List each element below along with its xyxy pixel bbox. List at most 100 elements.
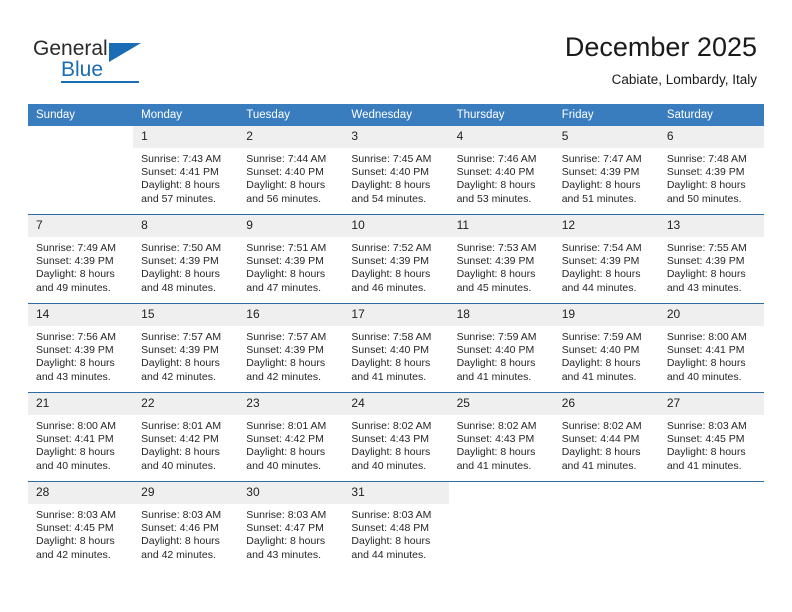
day-detail-line: Sunset: 4:40 PM [456,166,535,179]
calendar-day-cell[interactable]: 10 Sunrise: 7:52 AM Sunset: 4:39 PM Dayligh… [343,214,449,304]
day-detail-line: Sunset: 4:43 PM [351,433,430,446]
calendar-day-cell[interactable]: 19 Sunrise: 7:59 AM Sunset: 4:40 PM Dayligh… [553,303,659,393]
day-number: 9 [238,215,344,237]
day-details: Sunrise: 7:57 AM Sunset: 4:39 PM Daylight:… [238,326,343,384]
day-detail-line: Sunset: 4:39 PM [246,344,324,357]
day-details [659,504,764,509]
day-number: 11 [448,215,554,237]
day-detail-line: Sunset: 4:46 PM [141,522,219,535]
day-detail-line: Sunset: 4:39 PM [141,255,219,268]
calendar-day-cell[interactable]: 12 Sunrise: 7:54 AM Sunset: 4:39 PM Dayligh… [553,214,659,304]
calendar-day-cell[interactable]: 24 Sunrise: 8:02 AM Sunset: 4:43 PM Dayligh… [343,392,449,482]
calendar-day-cell[interactable]: 18 Sunrise: 7:59 AM Sunset: 4:40 PM Dayligh… [448,303,554,393]
calendar-day-cell[interactable]: 31 Sunrise: 8:03 AM Sunset: 4:48 PM Dayligh… [343,481,449,570]
day-detail-line: and 48 minutes. [141,281,216,294]
day-number: 17 [343,304,449,326]
day-details: Sunrise: 7:53 AM Sunset: 4:39 PM Daylight:… [449,237,554,295]
day-detail-line: and 40 minutes. [36,459,111,472]
general-blue-logo[interactable]: General Blue [33,37,183,87]
day-detail-line: Daylight: 8 hours [456,446,536,459]
day-detail-line: Sunrise: 8:02 AM [456,420,537,432]
day-number [553,482,659,504]
day-details: Sunrise: 8:03 AM Sunset: 4:47 PM Daylight:… [238,504,343,562]
calendar-day-cell[interactable]: 25 Sunrise: 8:02 AM Sunset: 4:43 PM Dayligh… [448,392,554,482]
day-detail-line: Daylight: 8 hours [351,179,431,192]
day-detail-line: Sunrise: 7:49 AM [36,242,116,254]
day-detail-line: and 43 minutes. [246,548,321,561]
calendar-day-cell[interactable]: 3 Sunrise: 7:45 AM Sunset: 4:40 PM Daylight… [343,126,449,215]
day-number: 13 [658,215,764,237]
day-details: Sunrise: 7:59 AM Sunset: 4:40 PM Daylight:… [554,326,659,384]
day-detail-line: Sunset: 4:39 PM [36,344,114,357]
day-detail-line: Sunset: 4:39 PM [246,255,324,268]
calendar-day-cell[interactable]: 5 Sunrise: 7:47 AM Sunset: 4:39 PM Daylight… [553,126,659,215]
day-detail-line: Daylight: 8 hours [351,446,431,459]
day-detail-line: Sunset: 4:44 PM [561,433,640,446]
calendar-day-cell[interactable]: 21 Sunrise: 8:00 AM Sunset: 4:41 PM Dayligh… [28,392,134,482]
calendar-week-row: 7 Sunrise: 7:49 AM Sunset: 4:39 PM Daylight… [28,214,764,304]
day-detail-line: and 40 minutes. [351,459,427,472]
title-block: December 2025 Cabiate, Lombardy, Italy [565,30,757,90]
day-detail-line: Sunset: 4:40 PM [561,344,640,357]
calendar-day-cell[interactable]: 22 Sunrise: 8:01 AM Sunset: 4:42 PM Dayligh… [133,392,239,482]
day-detail-line: and 41 minutes. [456,459,532,472]
calendar-day-cell[interactable]: 20 Sunrise: 8:00 AM Sunset: 4:41 PM Dayligh… [658,303,764,393]
calendar-day-cell[interactable]: 8 Sunrise: 7:50 AM Sunset: 4:39 PM Daylight… [133,214,239,304]
day-detail-line: Daylight: 8 hours [561,179,641,192]
day-detail-line: Sunrise: 7:50 AM [141,242,222,254]
day-detail-line: Sunset: 4:41 PM [141,166,219,179]
day-detail-line: Daylight: 8 hours [666,446,746,459]
logo-underline [61,81,139,83]
calendar-day-cell[interactable]: 23 Sunrise: 8:01 AM Sunset: 4:42 PM Dayligh… [238,392,344,482]
day-detail-line: Sunrise: 7:46 AM [456,153,537,165]
calendar-day-cell[interactable]: 15 Sunrise: 7:57 AM Sunset: 4:39 PM Dayligh… [133,303,239,393]
calendar-day-cell[interactable]: 13 Sunrise: 7:55 AM Sunset: 4:39 PM Dayligh… [658,214,764,304]
day-detail-line: Daylight: 8 hours [561,357,641,370]
day-detail-line: and 51 minutes. [561,192,637,205]
sunrise-sunset-calendar: Sunday Monday Tuesday Wednesday Thursday Frid… [28,104,764,570]
day-number: 29 [133,482,239,504]
day-details: Sunrise: 8:03 AM Sunset: 4:45 PM Daylight:… [28,504,133,562]
calendar-day-cell[interactable]: 1 Sunrise: 7:43 AM Sunset: 4:41 PM Daylight… [133,126,239,215]
calendar-day-cell[interactable]: 29 Sunrise: 8:03 AM Sunset: 4:46 PM Dayligh… [133,481,239,570]
calendar-day-cell[interactable]: 7 Sunrise: 7:49 AM Sunset: 4:39 PM Daylight… [28,214,134,304]
day-detail-line: Daylight: 8 hours [456,268,536,281]
day-detail-line: Sunrise: 8:02 AM [351,420,432,432]
calendar-day-cell[interactable]: 27 Sunrise: 8:03 AM Sunset: 4:45 PM Dayligh… [658,392,764,482]
day-details: Sunrise: 8:00 AM Sunset: 4:41 PM Daylight:… [659,326,764,384]
day-detail-line: and 41 minutes. [561,459,637,472]
day-details: Sunrise: 7:55 AM Sunset: 4:39 PM Daylight:… [659,237,764,295]
day-detail-line: Sunset: 4:39 PM [561,166,640,179]
day-detail-line: Sunset: 4:39 PM [456,255,535,268]
day-number: 4 [448,126,554,148]
day-number: 23 [238,393,344,415]
day-detail-line: Sunrise: 7:57 AM [246,331,327,343]
calendar-day-cell[interactable]: 30 Sunrise: 8:03 AM Sunset: 4:47 PM Dayligh… [238,481,344,570]
day-detail-line: Daylight: 8 hours [666,179,746,192]
calendar-day-cell[interactable]: 2 Sunrise: 7:44 AM Sunset: 4:40 PM Daylight… [238,126,344,215]
day-detail-line: Sunrise: 8:03 AM [666,420,747,432]
day-detail-line: and 54 minutes. [351,192,427,205]
day-detail-line: Sunset: 4:39 PM [36,255,114,268]
calendar-day-cell[interactable]: 28 Sunrise: 8:03 AM Sunset: 4:45 PM Dayligh… [28,481,134,570]
weekday-header-thursday: Thursday [448,104,554,126]
calendar-day-cell[interactable]: 9 Sunrise: 7:51 AM Sunset: 4:39 PM Daylight… [238,214,344,304]
calendar-day-cell[interactable]: 6 Sunrise: 7:48 AM Sunset: 4:39 PM Daylight… [658,126,764,215]
day-detail-line: Sunrise: 7:56 AM [36,331,116,343]
day-details: Sunrise: 8:00 AM Sunset: 4:41 PM Daylight:… [28,415,133,473]
calendar-day-cell[interactable]: 26 Sunrise: 8:02 AM Sunset: 4:44 PM Dayligh… [553,392,659,482]
day-number: 16 [238,304,344,326]
day-detail-line: Sunset: 4:39 PM [351,255,430,268]
calendar-day-cell[interactable]: 17 Sunrise: 7:58 AM Sunset: 4:40 PM Dayligh… [343,303,449,393]
calendar-day-cell[interactable]: 16 Sunrise: 7:57 AM Sunset: 4:39 PM Dayligh… [238,303,344,393]
day-details: Sunrise: 8:01 AM Sunset: 4:42 PM Daylight:… [238,415,343,473]
day-detail-line: Daylight: 8 hours [561,268,641,281]
day-detail-line: Daylight: 8 hours [141,535,220,548]
day-number: 21 [28,393,134,415]
day-detail-line: Daylight: 8 hours [141,179,220,192]
calendar-day-cell[interactable]: 4 Sunrise: 7:46 AM Sunset: 4:40 PM Daylight… [448,126,554,215]
calendar-day-cell[interactable]: 14 Sunrise: 7:56 AM Sunset: 4:39 PM Dayligh… [28,303,134,393]
page-title: December 2025 [564,32,757,62]
calendar-day-cell[interactable]: 11 Sunrise: 7:53 AM Sunset: 4:39 PM Dayligh… [448,214,554,304]
day-detail-line: Daylight: 8 hours [246,535,326,548]
